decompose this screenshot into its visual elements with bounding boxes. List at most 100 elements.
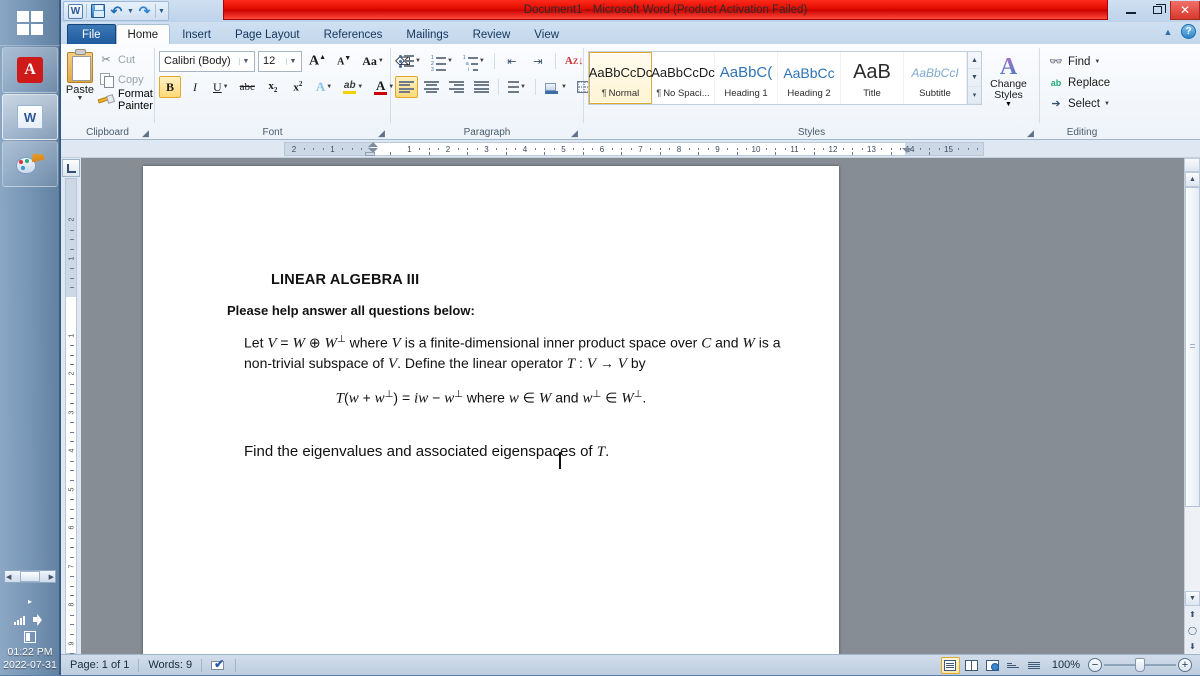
select-browse-object-button[interactable]: ◯	[1185, 622, 1200, 638]
tray-date[interactable]: 2022-07-31	[0, 659, 60, 672]
find-button[interactable]: 👓 Find ▼	[1044, 51, 1104, 72]
font-name-dropdown-icon[interactable]: ▼	[239, 57, 252, 65]
styles-scroll-up-icon[interactable]: ▲	[968, 52, 981, 69]
zoom-level[interactable]: 100%	[1046, 655, 1086, 676]
taskbar-item-adobe-reader[interactable]: A	[2, 47, 58, 93]
minimize-button[interactable]	[1118, 1, 1144, 20]
scrollbar-thumb[interactable]	[1185, 187, 1200, 507]
view-print-layout-button[interactable]	[940, 656, 960, 674]
tab-home[interactable]: Home	[115, 24, 171, 44]
vertical-ruler[interactable]: 2112345678910	[61, 158, 81, 654]
shrink-font-button[interactable]: A▼	[333, 50, 355, 72]
document-area[interactable]: LINEAR ALGEBRA III Please help answer al…	[81, 158, 1200, 654]
undo-button[interactable]: ↶	[108, 3, 125, 20]
next-page-button[interactable]: ⬇	[1185, 638, 1200, 654]
taskbar-item-paint[interactable]	[2, 141, 58, 187]
multilevel-list-button[interactable]: 1 a i ▼	[459, 50, 489, 73]
change-styles-button[interactable]: A Change Styles ▼	[982, 51, 1035, 108]
style-normal[interactable]: AaBbCcDc ¶ Normal	[589, 52, 652, 104]
view-full-screen-reading-button[interactable]	[962, 657, 981, 674]
underline-button[interactable]: U ▼	[209, 76, 233, 98]
styles-more-icon[interactable]: ▾	[968, 87, 981, 104]
copy-button[interactable]: Copy	[95, 70, 156, 89]
numbering-button[interactable]: 1 2 3 ▼	[427, 50, 457, 73]
style-subtitle[interactable]: AaBbCcI Subtitle	[904, 52, 967, 104]
justify-button[interactable]	[470, 76, 493, 98]
increase-indent-button[interactable]: ⇥	[526, 50, 550, 72]
font-dialog-launcher[interactable]: ◢	[376, 128, 387, 139]
styles-dialog-launcher[interactable]: ◢	[1025, 128, 1036, 139]
scrollbar-track[interactable]	[1185, 187, 1200, 591]
restore-button[interactable]	[1144, 1, 1170, 20]
align-left-button[interactable]	[395, 76, 418, 98]
select-dropdown-icon[interactable]: ▼	[1104, 101, 1110, 107]
change-styles-dropdown-icon[interactable]: ▼	[1005, 101, 1012, 108]
tab-references[interactable]: References	[312, 24, 395, 44]
volume-icon[interactable]	[33, 613, 46, 626]
bullets-button[interactable]: ▼	[395, 50, 425, 72]
zoom-out-button[interactable]: −	[1088, 658, 1102, 672]
close-button[interactable]: ✕	[1170, 0, 1200, 20]
strikethrough-button[interactable]: abc	[236, 76, 259, 98]
find-dropdown-icon[interactable]: ▼	[1094, 59, 1100, 65]
tray-show-hidden-row[interactable]: ▸	[0, 592, 60, 610]
scroll-thumb[interactable]	[20, 571, 40, 582]
italic-button[interactable]: I	[184, 76, 206, 98]
scroll-right-icon[interactable]: ▶	[49, 573, 54, 581]
highlight-button[interactable]: ab ▼	[339, 76, 367, 98]
replace-button[interactable]: ab Replace	[1044, 72, 1114, 93]
zoom-slider[interactable]	[1104, 658, 1176, 672]
tab-file[interactable]: File	[67, 24, 116, 44]
redo-button[interactable]: ↷	[136, 3, 153, 20]
undo-dropdown-icon[interactable]: ▼	[127, 8, 134, 15]
vertical-scrollbar[interactable]: ▲ ▼ ⬆ ◯ ⬇	[1184, 158, 1200, 654]
tab-mailings[interactable]: Mailings	[394, 24, 460, 44]
align-right-button[interactable]	[445, 76, 468, 98]
status-words[interactable]: Words: 9	[139, 655, 201, 676]
tab-review[interactable]: Review	[461, 24, 523, 44]
customize-qat-icon[interactable]: ▼	[158, 8, 165, 15]
first-line-indent-marker[interactable]	[368, 142, 378, 147]
horizontal-ruler[interactable]: 2 1 1 2 3 4 5 6 7 8 9 10 11 12 13 14 15	[284, 142, 984, 156]
change-case-button[interactable]: Aa ▼	[358, 50, 388, 72]
align-center-button[interactable]	[420, 76, 443, 98]
help-icon[interactable]: ?	[1181, 24, 1196, 39]
show-hidden-icons-icon[interactable]: ▸	[28, 597, 32, 606]
style-heading-1[interactable]: AaBbC( Heading 1	[715, 52, 778, 104]
previous-page-button[interactable]: ⬆	[1185, 606, 1200, 622]
view-draft-button[interactable]	[1025, 657, 1044, 674]
grow-font-button[interactable]: A▲	[305, 50, 330, 72]
view-web-layout-button[interactable]	[983, 657, 1002, 674]
status-proofing[interactable]: ✔	[202, 655, 235, 676]
format-painter-button[interactable]: Format Painter	[95, 88, 156, 112]
status-page[interactable]: Page: 1 of 1	[61, 655, 138, 676]
zoom-in-button[interactable]: +	[1178, 658, 1192, 672]
tab-view[interactable]: View	[522, 24, 571, 44]
save-button[interactable]	[89, 3, 106, 20]
left-indent-marker[interactable]	[365, 152, 375, 156]
taskbar-scroll[interactable]: ◀ ▶	[4, 570, 56, 583]
font-size-combo[interactable]: 12 ▼	[258, 50, 302, 72]
split-window-button[interactable]	[1184, 158, 1200, 172]
taskbar-item-microsoft-word[interactable]: W	[2, 94, 58, 140]
paragraph-dialog-launcher[interactable]: ◢	[569, 128, 580, 139]
start-button[interactable]	[0, 0, 60, 46]
paste-dropdown-icon[interactable]: ▼	[77, 95, 84, 102]
app-menu-icon[interactable]: W	[67, 3, 84, 20]
scroll-left-icon[interactable]: ◀	[6, 573, 11, 581]
collapse-ribbon-icon[interactable]: ▲	[1161, 25, 1175, 39]
tab-stop-selector[interactable]	[62, 159, 80, 177]
scroll-down-button[interactable]: ▼	[1185, 591, 1200, 606]
paste-button[interactable]: Paste ▼	[65, 47, 95, 102]
tab-insert[interactable]: Insert	[170, 24, 223, 44]
right-indent-marker[interactable]	[902, 148, 912, 153]
style-no-spacing[interactable]: AaBbCcDc ¶ No Spaci...	[651, 52, 715, 104]
cut-button[interactable]: ✂ Cut	[95, 50, 156, 69]
subscript-button[interactable]: x2	[262, 76, 284, 98]
zoom-thumb[interactable]	[1135, 658, 1145, 672]
line-spacing-button[interactable]: ▼	[504, 76, 530, 98]
font-name-combo[interactable]: Calibri (Body) ▼	[159, 50, 255, 72]
tray-time[interactable]: 01:22 PM	[0, 646, 60, 659]
document-content[interactable]: LINEAR ALGEBRA III Please help answer al…	[143, 166, 839, 654]
styles-scroll-down-icon[interactable]: ▼	[968, 70, 981, 87]
